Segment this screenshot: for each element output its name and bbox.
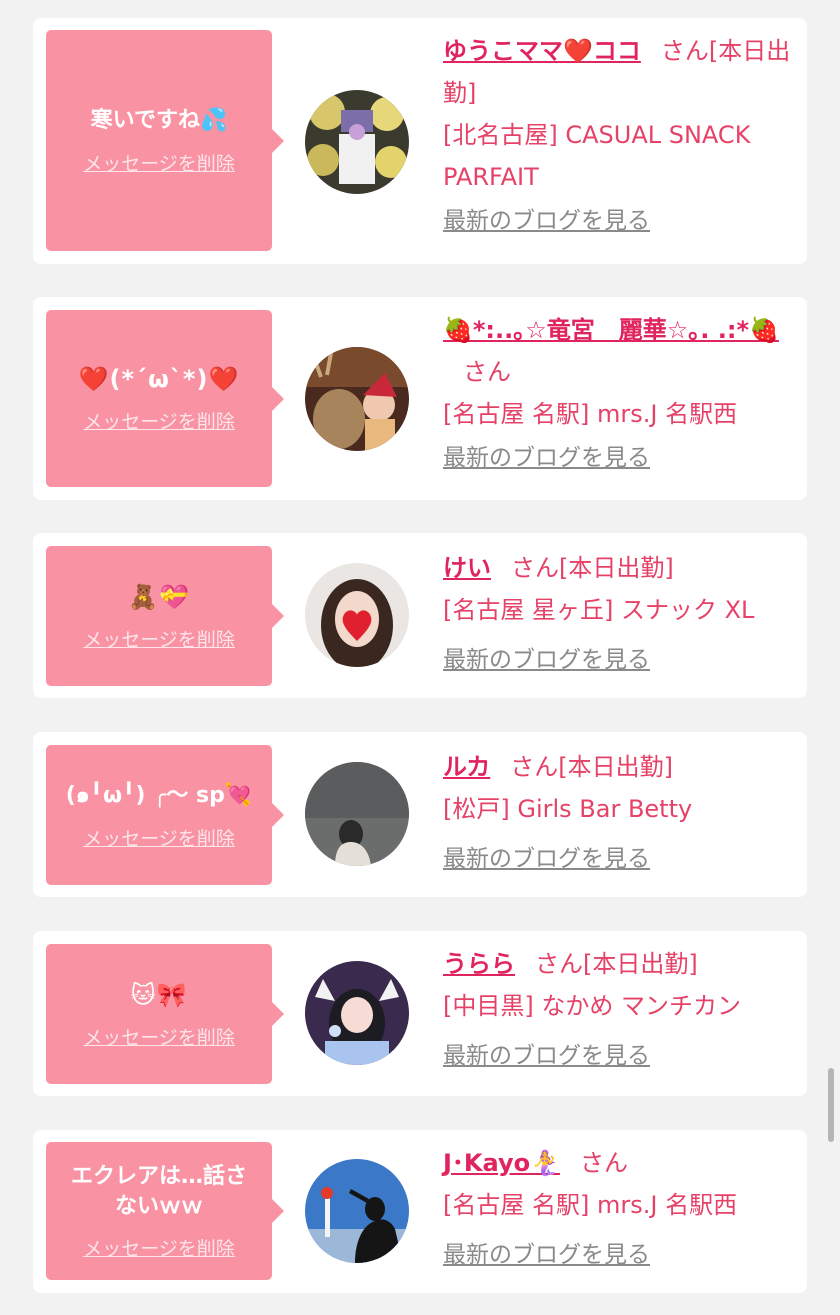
message-bubble: 🐱🎀 メッセージを削除 [46,944,284,1084]
cast-status: さん [580,1149,628,1177]
message-text: ❤️(*´ω`*)❤️ [78,365,240,393]
delete-message-link[interactable]: メッセージを削除 [83,1023,235,1050]
scrollbar[interactable] [828,1068,834,1142]
list-item: 寒いですね💦 メッセージを削除 ゆうこママ❤️ココ さん[本日出勤] [北名古屋]… [33,18,807,264]
shop-location: [松戸] Girls Bar Betty [443,795,693,823]
message-bubble: (๑╹ω╹) ╭～ sp💘 メッセージを削除 [46,745,284,885]
list-item: エクレアは…話さないｗｗ メッセージを削除 J･Kayo🧜‍♀️ さん [名古屋 … [33,1130,807,1293]
shop-location: [名古屋 名駅] mrs.J 名駅西 [443,1191,738,1219]
shop-location: [中目黒] なかめ マンチカン [443,992,741,1020]
message-bubble: 寒いですね💦 メッセージを削除 [46,30,284,251]
list-item: ❤️(*´ω`*)❤️ メッセージを削除 🍓*:..｡☆竜宮 麗華☆｡. .:*… [33,297,807,500]
delete-message-link[interactable]: メッセージを削除 [83,824,235,851]
latest-blog-link[interactable]: 最新のブログを見る [443,200,793,242]
shop-location: [名古屋 星ヶ丘] スナック XL [443,596,755,624]
list-item: 🧸💝 メッセージを削除 けい さん[本日出勤] [名古屋 星ヶ丘] スナック XL… [33,533,807,698]
latest-blog-link[interactable]: 最新のブログを見る [443,1035,793,1077]
list-item: (๑╹ω╹) ╭～ sp💘 メッセージを削除 ルカ さん[本日出勤] [松戸] G… [33,732,807,897]
avatar[interactable] [305,1159,409,1263]
cast-name-link[interactable]: J･Kayo🧜‍♀️ [443,1149,560,1177]
cast-name-link[interactable]: ゆうこママ❤️ココ [443,37,641,65]
cast-info: けい さん[本日出勤] [名古屋 星ヶ丘] スナック XL 最新のブログを見る [443,547,793,681]
shop-location: [北名古屋] CASUAL SNACK PARFAIT [443,121,751,191]
message-bubble: エクレアは…話さないｗｗ メッセージを削除 [46,1142,284,1280]
cast-status: さん[本日出勤] [535,950,698,978]
cast-name-link[interactable]: 🍓*:..｡☆竜宮 麗華☆｡. .:*🍓 [443,316,779,344]
cast-info: 🍓*:..｡☆竜宮 麗華☆｡. .:*🍓 さん [名古屋 名駅] mrs.J 名駅… [443,309,793,479]
cast-name-link[interactable]: ルカ [443,753,490,781]
message-list: 寒いですね💦 メッセージを削除 ゆうこママ❤️ココ さん[本日出勤] [北名古屋]… [0,0,840,1315]
latest-blog-link[interactable]: 最新のブログを見る [443,639,793,681]
shop-location: [名古屋 名駅] mrs.J 名駅西 [443,400,738,428]
latest-blog-link[interactable]: 最新のブログを見る [443,1234,793,1276]
message-text: 🐱🎀 [130,980,188,1009]
cast-info: ゆうこママ❤️ココ さん[本日出勤] [北名古屋] CASUAL SNACK PA… [443,30,793,242]
delete-message-link[interactable]: メッセージを削除 [83,407,235,434]
avatar[interactable] [305,347,409,451]
cast-status: さん [463,358,511,386]
cast-name-link[interactable]: うらら [443,950,515,978]
delete-message-link[interactable]: メッセージを削除 [83,1234,235,1261]
avatar[interactable] [305,90,409,194]
cast-name-link[interactable]: けい [443,554,491,582]
message-bubble: 🧸💝 メッセージを削除 [46,546,284,686]
avatar[interactable] [305,563,409,667]
cast-info: うらら さん[本日出勤] [中目黒] なかめ マンチカン 最新のブログを見る [443,943,793,1077]
cast-status: さん[本日出勤] [511,554,674,582]
delete-message-link[interactable]: メッセージを削除 [83,625,235,652]
cast-info: J･Kayo🧜‍♀️ さん [名古屋 名駅] mrs.J 名駅西 最新のブログを見… [443,1142,793,1276]
delete-message-link[interactable]: メッセージを削除 [83,149,235,176]
cast-info: ルカ さん[本日出勤] [松戸] Girls Bar Betty 最新のブログを見… [443,746,793,880]
avatar[interactable] [305,961,409,1065]
cast-status: さん[本日出勤] [510,753,674,781]
message-text: 寒いですね💦 [90,108,228,133]
latest-blog-link[interactable]: 最新のブログを見る [443,437,793,479]
list-item: 🐱🎀 メッセージを削除 うらら さん[本日出勤] [中目黒] なかめ マンチカン … [33,931,807,1096]
latest-blog-link[interactable]: 最新のブログを見る [443,838,793,880]
message-text: 🧸💝 [128,582,190,611]
message-text: (๑╹ω╹) ╭～ sp💘 [65,782,253,808]
avatar[interactable] [305,762,409,866]
message-bubble: ❤️(*´ω`*)❤️ メッセージを削除 [46,310,284,487]
message-text: エクレアは…話さないｗｗ [70,1163,247,1219]
